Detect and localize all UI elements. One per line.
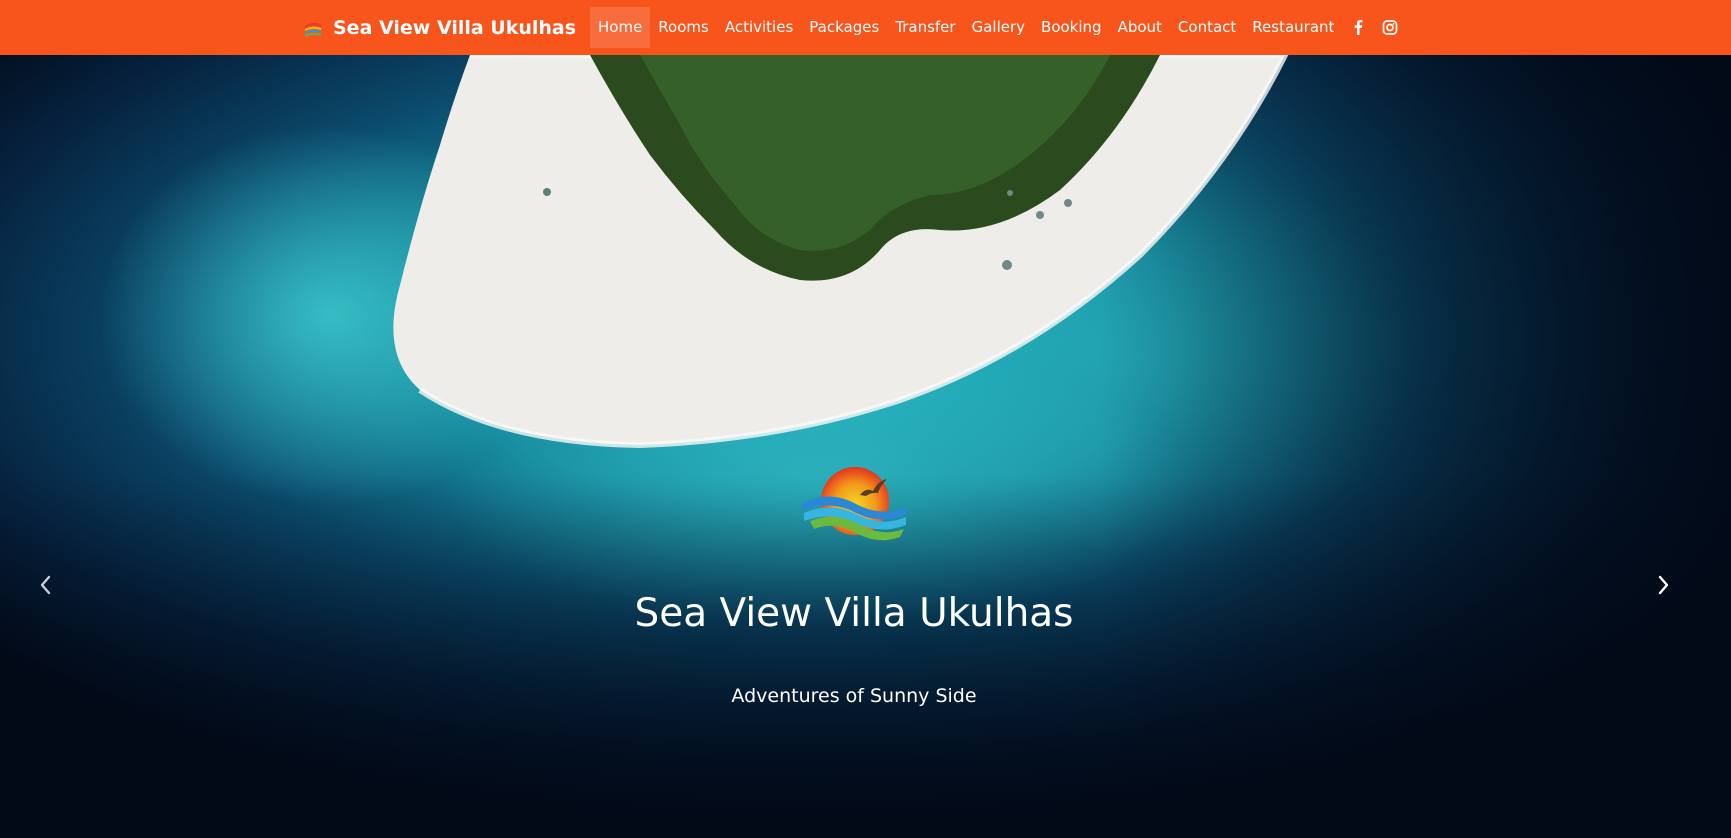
hero-logo-icon xyxy=(802,467,906,541)
nav-rooms[interactable]: Rooms xyxy=(650,7,717,48)
nav-contact[interactable]: Contact xyxy=(1170,7,1244,48)
nav-activities[interactable]: Activities xyxy=(717,7,801,48)
nav-home[interactable]: Home xyxy=(590,7,651,48)
nav-restaurant[interactable]: Restaurant xyxy=(1244,7,1342,48)
brand-name: Sea View Villa Ukulhas xyxy=(333,16,577,39)
brand-link[interactable]: Sea View Villa Ukulhas xyxy=(302,0,576,55)
nav-transfer[interactable]: Transfer xyxy=(887,7,963,48)
hero-background-image xyxy=(0,55,1731,838)
facebook-icon xyxy=(1355,19,1363,35)
facebook-link[interactable] xyxy=(1342,7,1374,48)
nav-gallery[interactable]: Gallery xyxy=(964,7,1033,48)
instagram-icon xyxy=(1383,20,1398,35)
hero-subtitle: Adventures of Sunny Side xyxy=(731,685,977,707)
nav-booking[interactable]: Booking xyxy=(1033,7,1110,48)
main-nav: Home Rooms Activities Packages Transfer … xyxy=(590,7,1406,48)
hero-title: Sea View Villa Ukulhas xyxy=(634,591,1074,636)
top-navbar: Sea View Villa Ukulhas Home Rooms Activi… xyxy=(0,0,1731,55)
brand-logo-icon xyxy=(305,22,321,37)
nav-packages[interactable]: Packages xyxy=(801,7,887,48)
hero-carousel: Sea View Villa Ukulhas Adventures of Sun… xyxy=(0,55,1731,838)
nav-about[interactable]: About xyxy=(1110,7,1170,48)
instagram-link[interactable] xyxy=(1374,7,1406,48)
